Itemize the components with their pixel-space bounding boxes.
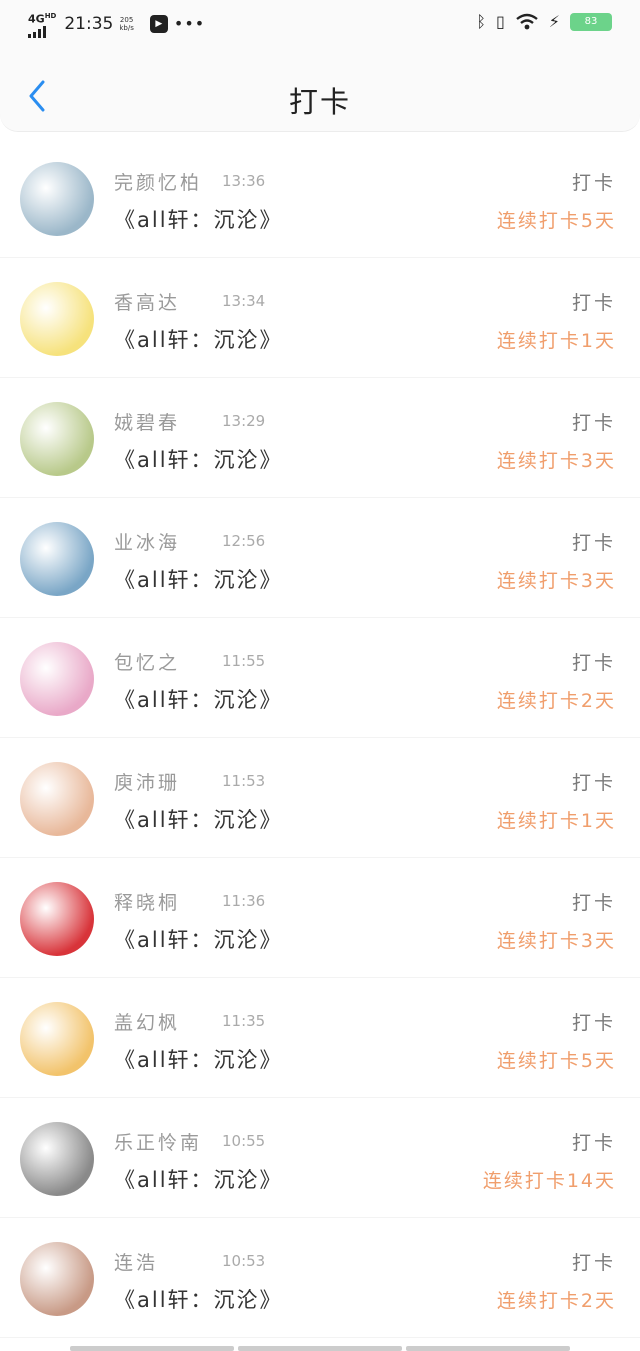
checkin-time: 13:29: [222, 412, 266, 430]
checkin-label: 打卡: [571, 532, 616, 554]
checkin-label: 打卡: [571, 172, 616, 194]
list-item[interactable]: 盖幻枫 11:35 《all轩：沉沦》 打卡 连续打卡5天: [0, 978, 640, 1098]
network-speed: 205 kb/s: [119, 16, 134, 32]
user-name[interactable]: 连浩: [114, 1248, 158, 1275]
checkin-label: 打卡: [571, 1252, 616, 1274]
book-title[interactable]: 《all轩：沉沦》: [114, 444, 283, 474]
checkin-label: 打卡: [571, 772, 616, 794]
battery-icon: 83: [570, 12, 612, 31]
speed-value: 205: [119, 15, 134, 24]
more-notifications-icon: •••: [173, 14, 206, 34]
checkin-time: 13:36: [222, 172, 266, 190]
list-item[interactable]: 乐正怜南 10:55 《all轩：沉沦》 打卡 连续打卡14天: [0, 1098, 640, 1218]
avatar[interactable]: [20, 642, 94, 716]
bottom-scroll-indicator: [70, 1346, 570, 1351]
vibrate-icon: ▯: [495, 12, 505, 31]
streak-badge: 连续打卡5天: [496, 1050, 616, 1072]
user-name[interactable]: 香高达: [114, 288, 180, 315]
checkin-time: 12:56: [222, 532, 266, 550]
book-title[interactable]: 《all轩：沉沦》: [114, 684, 283, 714]
streak-badge: 连续打卡5天: [496, 210, 616, 232]
list-item[interactable]: 娀碧春 13:29 《all轩：沉沦》 打卡 连续打卡3天: [0, 378, 640, 498]
streak-badge: 连续打卡2天: [496, 690, 616, 712]
network-indicator: 4GHD: [28, 10, 56, 38]
nav-bar: 打卡: [0, 48, 640, 132]
checkin-label: 打卡: [571, 412, 616, 434]
wifi-icon: [516, 13, 538, 29]
list-item[interactable]: 连浩 10:53 《all轩：沉沦》 打卡 连续打卡2天: [0, 1218, 640, 1338]
user-name[interactable]: 娀碧春: [114, 408, 180, 435]
list-item[interactable]: 香高达 13:34 《all轩：沉沦》 打卡 连续打卡1天: [0, 258, 640, 378]
list-item[interactable]: 业冰海 12:56 《all轩：沉沦》 打卡 连续打卡3天: [0, 498, 640, 618]
streak-badge: 连续打卡1天: [496, 330, 616, 352]
list-item[interactable]: 完颜忆柏 13:36 《all轩：沉沦》 打卡 连续打卡5天: [0, 138, 640, 258]
book-title[interactable]: 《all轩：沉沦》: [114, 924, 283, 954]
user-name[interactable]: 业冰海: [114, 528, 180, 555]
user-name[interactable]: 盖幻枫: [114, 1008, 180, 1035]
status-bar: 4GHD 21:35 205 kb/s ▶ ••• ᛒ ▯ ⚡ 83: [0, 0, 640, 48]
network-sub: HD: [44, 12, 57, 20]
book-title[interactable]: 《all轩：沉沦》: [114, 324, 283, 354]
checkin-time: 10:53: [222, 1252, 266, 1270]
charging-icon: ⚡: [548, 12, 560, 31]
avatar[interactable]: [20, 282, 94, 356]
list-item[interactable]: 包忆之 11:55 《all轩：沉沦》 打卡 连续打卡2天: [0, 618, 640, 738]
user-name[interactable]: 包忆之: [114, 648, 180, 675]
user-name[interactable]: 庾沛珊: [114, 768, 180, 795]
network-type: 4G: [28, 12, 45, 26]
book-title[interactable]: 《all轩：沉沦》: [114, 804, 283, 834]
checkin-time: 11:36: [222, 892, 266, 910]
streak-badge: 连续打卡3天: [496, 450, 616, 472]
user-name[interactable]: 乐正怜南: [114, 1128, 202, 1155]
checkin-time: 10:55: [222, 1132, 266, 1150]
avatar[interactable]: [20, 1002, 94, 1076]
streak-badge: 连续打卡14天: [482, 1170, 616, 1192]
streak-badge: 连续打卡1天: [496, 810, 616, 832]
checkin-label: 打卡: [571, 1132, 616, 1154]
checkin-label: 打卡: [571, 892, 616, 914]
video-app-icon: ▶: [149, 14, 168, 33]
checkin-time: 13:34: [222, 292, 266, 310]
checkin-list: 完颜忆柏 13:36 《all轩：沉沦》 打卡 连续打卡5天 香高达 13:34…: [0, 138, 640, 1338]
book-title[interactable]: 《all轩：沉沦》: [114, 1284, 283, 1314]
signal-icon: [28, 25, 56, 38]
streak-badge: 连续打卡3天: [496, 930, 616, 952]
streak-badge: 连续打卡3天: [496, 570, 616, 592]
checkin-time: 11:35: [222, 1012, 266, 1030]
avatar[interactable]: [20, 882, 94, 956]
checkin-label: 打卡: [571, 652, 616, 674]
avatar[interactable]: [20, 162, 94, 236]
speed-unit: kb/s: [119, 23, 134, 32]
user-name[interactable]: 完颜忆柏: [114, 168, 202, 195]
battery-level: 83: [584, 16, 598, 27]
book-title[interactable]: 《all轩：沉沦》: [114, 204, 283, 234]
clock: 21:35: [64, 13, 114, 34]
checkin-time: 11:53: [222, 772, 266, 790]
avatar[interactable]: [20, 762, 94, 836]
list-item[interactable]: 释晓桐 11:36 《all轩：沉沦》 打卡 连续打卡3天: [0, 858, 640, 978]
page-title: 打卡: [288, 85, 351, 119]
avatar[interactable]: [20, 522, 94, 596]
avatar[interactable]: [20, 402, 94, 476]
book-title[interactable]: 《all轩：沉沦》: [114, 1164, 283, 1194]
checkin-label: 打卡: [571, 292, 616, 314]
list-item[interactable]: 庾沛珊 11:53 《all轩：沉沦》 打卡 连续打卡1天: [0, 738, 640, 858]
user-name[interactable]: 释晓桐: [114, 888, 180, 915]
streak-badge: 连续打卡2天: [496, 1290, 616, 1312]
avatar[interactable]: [20, 1242, 94, 1316]
book-title[interactable]: 《all轩：沉沦》: [114, 1044, 283, 1074]
checkin-label: 打卡: [571, 1012, 616, 1034]
checkin-time: 11:55: [222, 652, 266, 670]
avatar[interactable]: [20, 1122, 94, 1196]
bluetooth-icon: ᛒ: [476, 12, 486, 31]
book-title[interactable]: 《all轩：沉沦》: [114, 564, 283, 594]
